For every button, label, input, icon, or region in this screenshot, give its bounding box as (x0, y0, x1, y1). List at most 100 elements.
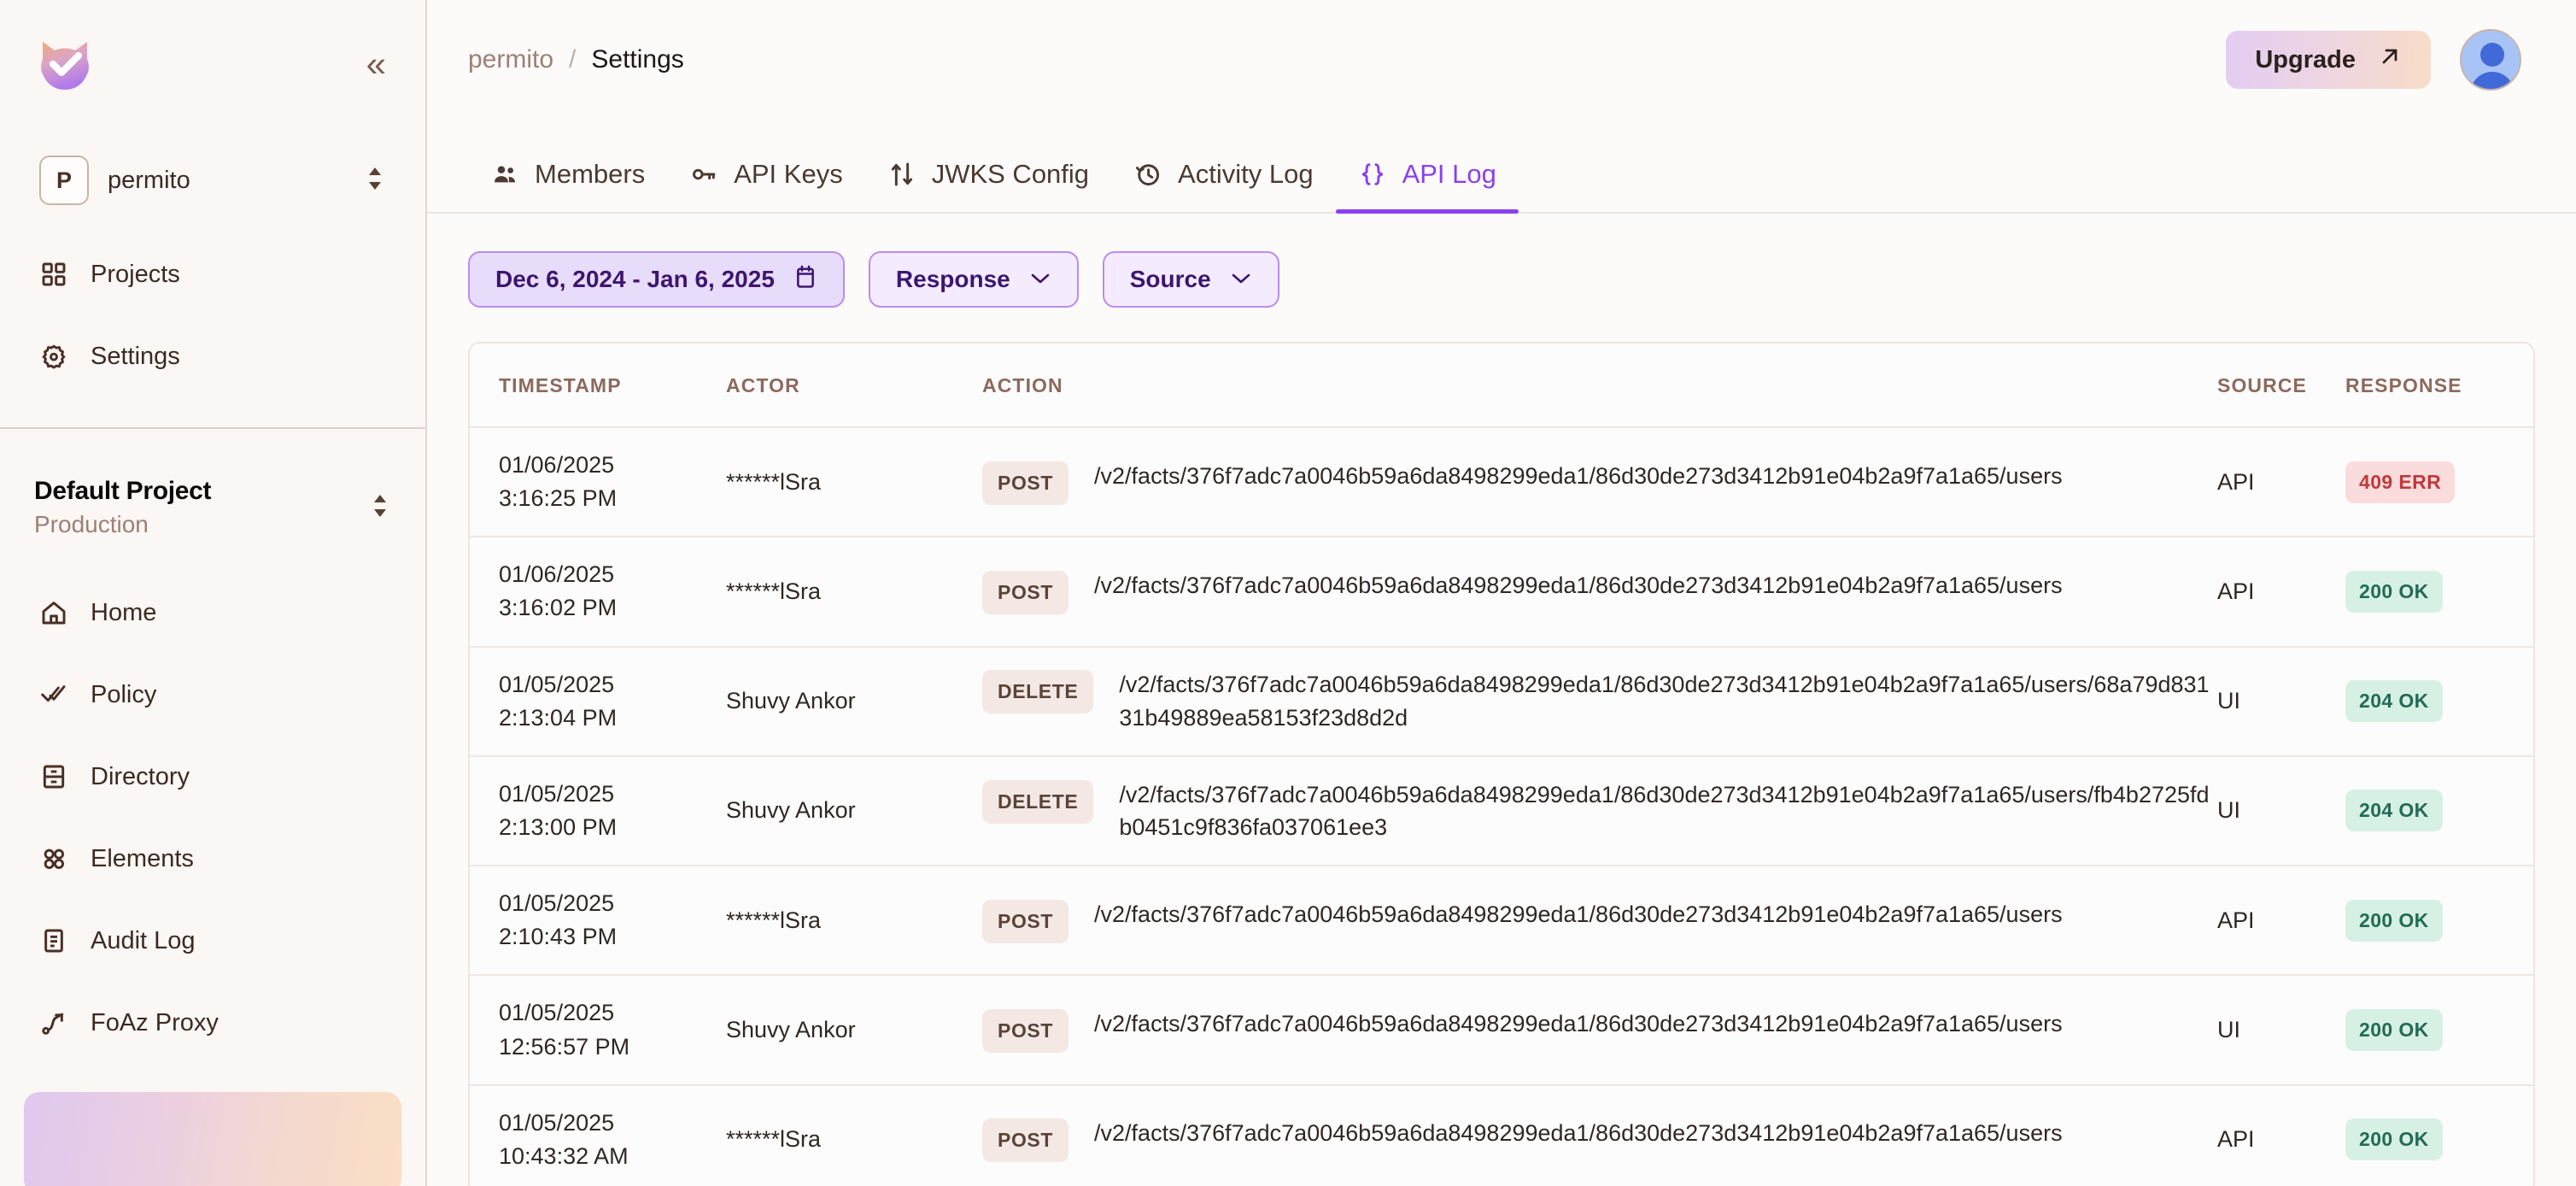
grid-squares-icon (39, 260, 68, 289)
cell-response: 409 ERR (2345, 427, 2533, 537)
double-check-icon (39, 680, 68, 709)
breadcrumb-org[interactable]: permito (468, 45, 553, 74)
table-row[interactable]: 01/06/20253:16:25 PM******lSraPOST/v2/fa… (470, 427, 2533, 537)
cell-timestamp: 01/05/202510:43:32 AM (470, 1085, 726, 1186)
status-badge: 200 OK (2345, 571, 2443, 613)
timestamp-time: 2:13:04 PM (499, 702, 726, 735)
sidebar-item-label: FoAz Proxy (91, 1009, 219, 1037)
column-header-action: ACTION (982, 343, 2217, 427)
project-switcher[interactable]: Default Project Production (34, 477, 391, 538)
tab-activity-log[interactable]: Activity Log (1111, 159, 1336, 212)
method-badge: POST (982, 1118, 1068, 1162)
timestamp-date: 01/05/2025 (499, 778, 726, 811)
breadcrumb-current: Settings (591, 45, 683, 74)
breadcrumb: permito / Settings (468, 45, 684, 74)
house-icon (39, 598, 68, 627)
clock-history-icon (1133, 160, 1162, 189)
project-environment: Production (34, 511, 369, 538)
cell-source: API (2217, 866, 2345, 975)
cell-source: UI (2217, 975, 2345, 1084)
timestamp-date: 01/06/2025 (499, 558, 726, 591)
chevron-down-icon (1230, 269, 1252, 290)
timestamp-time: 2:10:43 PM (499, 920, 726, 954)
cell-timestamp: 01/05/202512:56:57 PM (470, 975, 726, 1084)
sidebar-header: « (0, 0, 425, 103)
status-badge: 204 OK (2345, 680, 2443, 722)
tab-jwks-config[interactable]: JWKS Config (865, 159, 1111, 212)
sidebar: « P permito Projects (0, 0, 427, 1186)
response-filter[interactable]: Response (869, 251, 1079, 308)
sidebar-item-projects[interactable]: Projects (24, 243, 401, 306)
tab-label: Activity Log (1178, 159, 1314, 190)
people-icon (490, 160, 519, 189)
request-url: /v2/facts/376f7adc7a0046b59a6da8498299ed… (1119, 668, 2217, 734)
upgrade-label: Upgrade (2255, 46, 2356, 74)
sidebar-item-audit-log[interactable]: Audit Log (24, 909, 401, 972)
timestamp-time: 10:43:32 AM (499, 1140, 726, 1173)
cell-response: 204 OK (2345, 647, 2533, 756)
tab-api-keys[interactable]: API Keys (667, 159, 865, 212)
method-badge: DELETE (982, 780, 1093, 824)
request-url: /v2/facts/376f7adc7a0046b59a6da8498299ed… (1094, 1007, 2063, 1040)
status-badge: 200 OK (2345, 900, 2443, 942)
swap-arrows-icon (887, 160, 916, 189)
chevron-double-left-icon[interactable]: « (358, 41, 391, 87)
table-header-row: TIMESTAMP ACTOR ACTION SOURCE RESPONSE (470, 343, 2533, 427)
table-row[interactable]: 01/05/20252:13:00 PMShuvy AnkorDELETE/v2… (470, 756, 2533, 866)
upgrade-button[interactable]: Upgrade (2226, 31, 2431, 89)
tab-label: JWKS Config (932, 159, 1089, 190)
table-body: 01/06/20253:16:25 PM******lSraPOST/v2/fa… (470, 427, 2533, 1186)
column-header-timestamp: TIMESTAMP (470, 343, 726, 427)
table-row[interactable]: 01/06/20253:16:02 PM******lSraPOST/v2/fa… (470, 537, 2533, 646)
sidebar-item-settings[interactable]: Settings (24, 325, 401, 388)
timestamp-date: 01/05/2025 (499, 668, 726, 702)
request-url: /v2/facts/376f7adc7a0046b59a6da8498299ed… (1119, 778, 2217, 844)
sidebar-item-directory[interactable]: Directory (24, 745, 401, 808)
cell-timestamp: 01/05/20252:13:04 PM (470, 647, 726, 756)
sidebar-item-label: Elements (91, 845, 194, 873)
settings-tabs: Members API Keys JWKS Config (427, 120, 2576, 214)
sidebar-item-elements[interactable]: Elements (24, 827, 401, 890)
upgrade-promo-card[interactable] (24, 1092, 401, 1186)
user-avatar-icon[interactable] (2460, 29, 2521, 91)
cell-timestamp: 01/05/20252:10:43 PM (470, 866, 726, 975)
cell-action: POST/v2/facts/376f7adc7a0046b59a6da84982… (982, 866, 2217, 975)
table-row[interactable]: 01/05/20252:13:04 PMShuvy AnkorDELETE/v2… (470, 647, 2533, 756)
sidebar-item-home[interactable]: Home (24, 581, 401, 644)
table-row[interactable]: 01/05/202510:43:32 AM******lSraPOST/v2/f… (470, 1085, 2533, 1186)
cell-source: API (2217, 537, 2345, 646)
table-row[interactable]: 01/05/202512:56:57 PMShuvy AnkorPOST/v2/… (470, 975, 2533, 1084)
sidebar-item-foaz-proxy[interactable]: FoAz Proxy (24, 991, 401, 1054)
org-name: permito (108, 167, 345, 195)
four-circles-icon (39, 844, 68, 873)
cell-actor: Shuvy Ankor (726, 756, 982, 866)
sidebar-item-label: Directory (91, 763, 190, 791)
cell-source: UI (2217, 756, 2345, 866)
chevron-up-down-icon (369, 491, 391, 523)
sidebar-item-label: Projects (91, 261, 180, 289)
sidebar-item-policy[interactable]: Policy (24, 663, 401, 726)
cell-timestamp: 01/05/20252:13:00 PM (470, 756, 726, 866)
org-switcher[interactable]: P permito (34, 152, 391, 208)
status-badge: 200 OK (2345, 1118, 2443, 1160)
tab-label: Members (535, 159, 645, 190)
request-url: /v2/facts/376f7adc7a0046b59a6da8498299ed… (1094, 898, 2063, 931)
cell-actor: ******lSra (726, 1085, 982, 1186)
table-row[interactable]: 01/05/20252:10:43 PM******lSraPOST/v2/fa… (470, 866, 2533, 975)
tab-members[interactable]: Members (468, 159, 667, 212)
date-range-label: Dec 6, 2024 - Jan 6, 2025 (495, 266, 775, 293)
response-filter-label: Response (896, 266, 1010, 293)
source-filter[interactable]: Source (1103, 251, 1279, 308)
cell-action: POST/v2/facts/376f7adc7a0046b59a6da84982… (982, 975, 2217, 1084)
calendar-icon (793, 264, 817, 296)
cell-actor: ******lSra (726, 866, 982, 975)
date-range-filter[interactable]: Dec 6, 2024 - Jan 6, 2025 (468, 251, 845, 308)
cell-actor: ******lSra (726, 427, 982, 537)
cell-action: POST/v2/facts/376f7adc7a0046b59a6da84982… (982, 537, 2217, 646)
cell-response: 200 OK (2345, 537, 2533, 646)
permit-cat-check-logo[interactable] (34, 33, 96, 95)
project-nav: Home Policy Directory (0, 581, 425, 1136)
timestamp-time: 2:13:00 PM (499, 811, 726, 844)
cell-response: 200 OK (2345, 866, 2533, 975)
tab-api-log[interactable]: API Log (1336, 159, 1519, 212)
